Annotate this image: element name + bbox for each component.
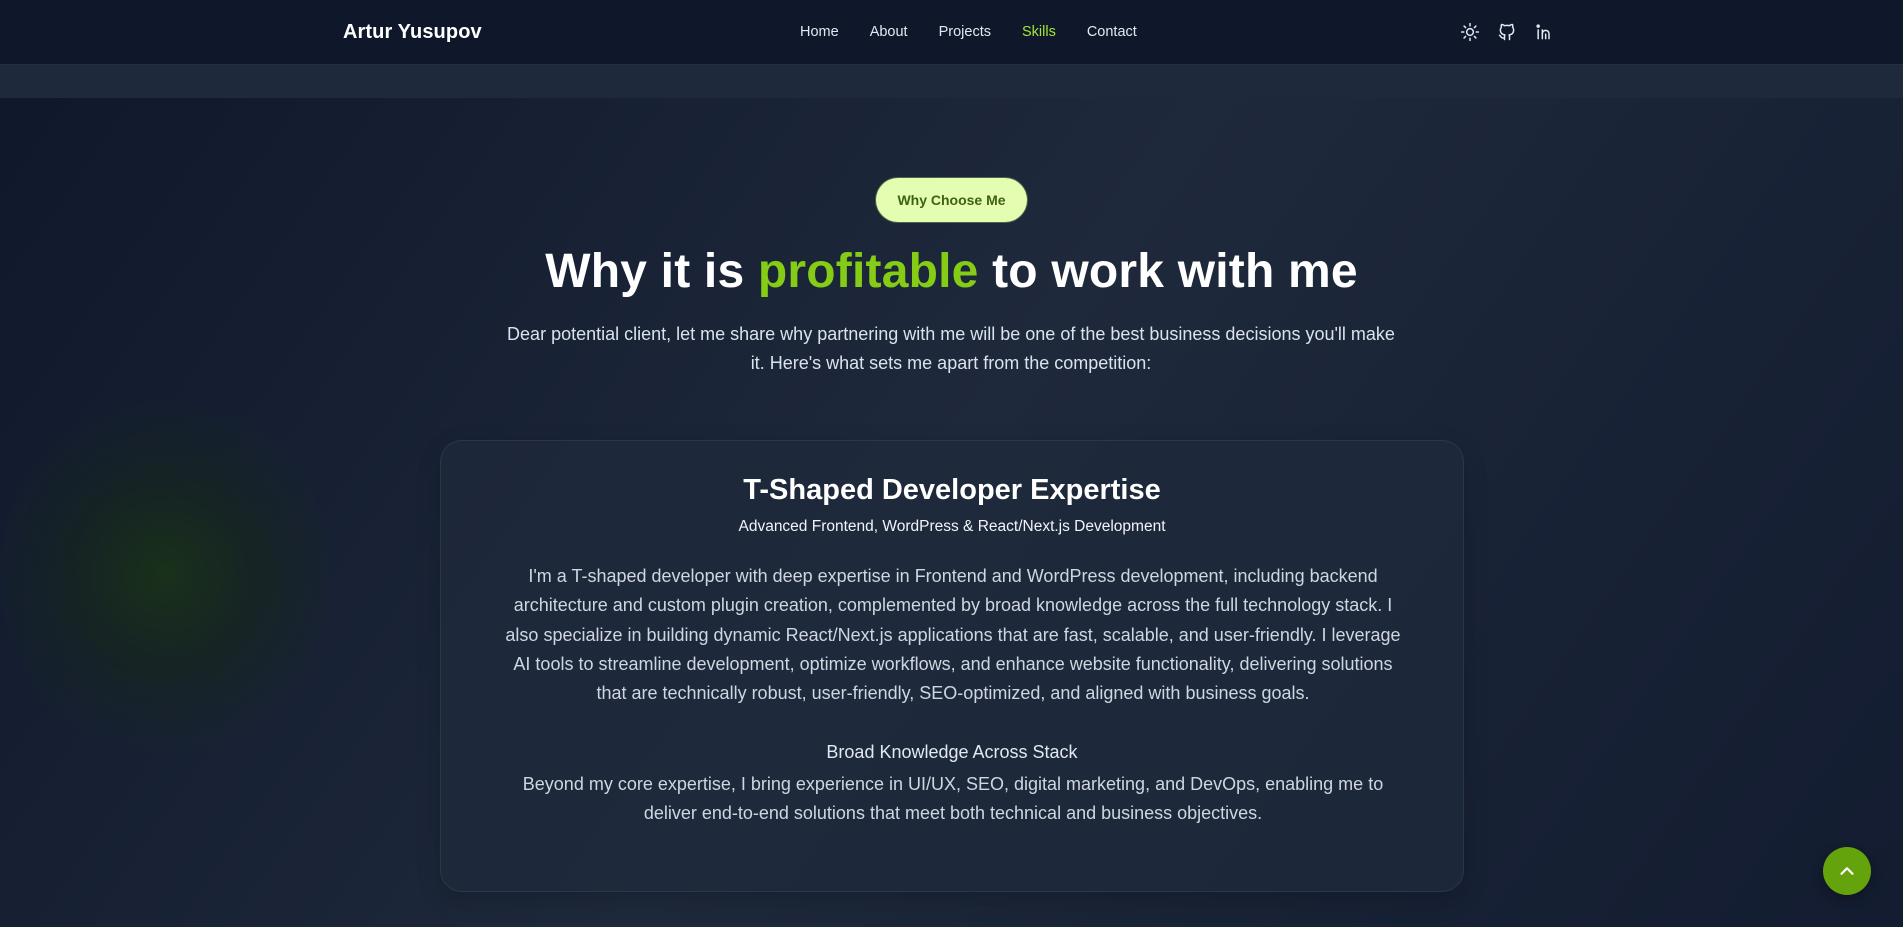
chevron-up-icon: [1840, 867, 1854, 875]
card-section-body: Beyond my core expertise, I bring experi…: [522, 774, 1384, 824]
card-section-title: Broad Knowledge Across Stack: [826, 742, 1078, 762]
nav-item-about[interactable]: About: [870, 24, 908, 40]
nav-item-home[interactable]: Home: [800, 24, 839, 40]
navbar: Artur Yusupov Home About Projects Skills…: [0, 0, 1903, 64]
github-icon[interactable]: [1496, 21, 1518, 43]
card-body: I'm a T-shaped developer with deep exper…: [505, 566, 1401, 704]
linkedin-icon[interactable]: [1533, 21, 1555, 43]
nav-item-projects[interactable]: Projects: [939, 24, 991, 40]
brand-logo[interactable]: Artur Yusupov: [343, 21, 482, 44]
card-title: T-Shaped Developer Expertise: [743, 474, 1161, 506]
headline-accent: profitable: [757, 245, 979, 298]
expertise-card: T-Shaped Developer Expertise Advanced Fr…: [440, 440, 1464, 892]
nav-menu: Home About Projects Skills Contact: [800, 24, 1168, 40]
why-choose-me-badge: Why Choose Me: [876, 178, 1027, 222]
headline-prefix: Why it is: [545, 245, 758, 298]
sun-icon[interactable]: [1459, 21, 1481, 43]
headline-suffix: to work with me: [978, 245, 1358, 298]
background-glow: [0, 390, 330, 760]
nav-item-contact[interactable]: Contact: [1087, 24, 1137, 40]
nav-item-skills[interactable]: Skills: [1022, 24, 1056, 40]
card-subtitle: Advanced Frontend, WordPress & React/Nex…: [738, 518, 1166, 535]
page-title: Why it is profitable to work with me: [0, 244, 1903, 299]
intro-paragraph: Dear potential client, let me share why …: [507, 324, 1395, 373]
scroll-to-top-button[interactable]: [1823, 847, 1871, 895]
nav-icon-group: [1459, 21, 1570, 43]
sub-navbar-strip: [0, 64, 1903, 98]
